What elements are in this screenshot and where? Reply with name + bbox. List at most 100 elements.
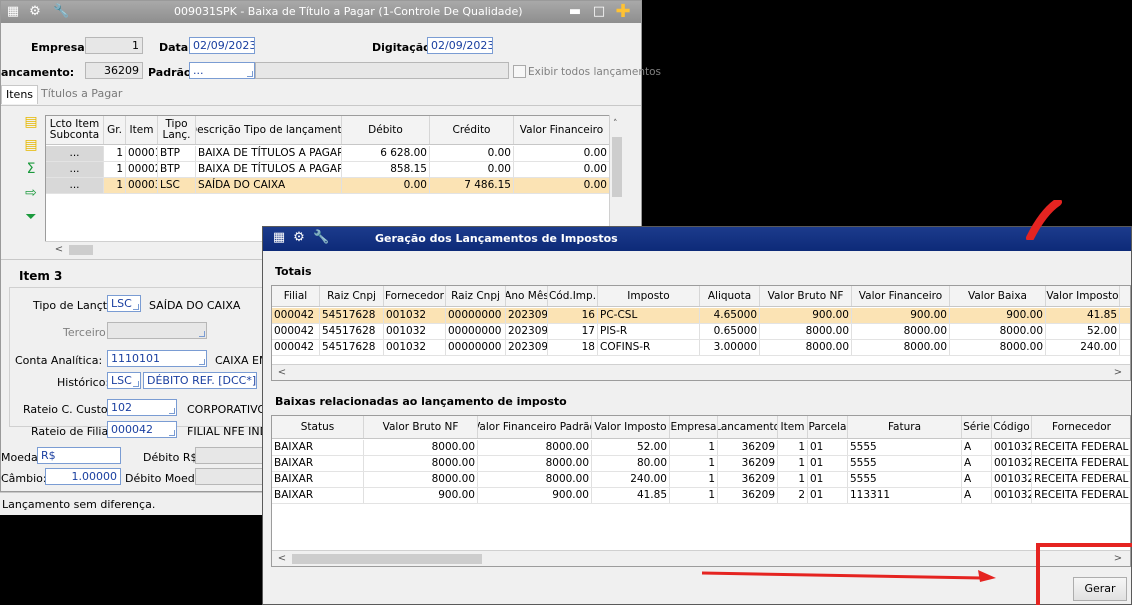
data-field[interactable]: 02/09/2023 (189, 37, 255, 54)
lancamento-field[interactable]: 36209 (85, 62, 143, 79)
tipo-lancto-value: LSC (111, 297, 132, 310)
col-valor-bruto-nf[interactable]: Valor Bruto NF (364, 416, 478, 438)
col-codigo[interactable]: Código (992, 416, 1032, 438)
moeda-label: Moeda: (1, 451, 42, 464)
col-valor-imposto[interactable]: Valor Imposto (1046, 286, 1120, 306)
col-tipo[interactable]: Tipo Lanç. (158, 116, 196, 144)
col-raiz-cnpj-2[interactable]: Raiz Cnpj (446, 286, 506, 306)
col-valor-financeiro[interactable]: Valor Financeiro (514, 116, 610, 144)
annotation-box-frame (1036, 543, 1132, 605)
baixas-grid[interactable]: Status Valor Bruto NF Valor Financeiro P… (271, 415, 1131, 567)
col-valor-imposto[interactable]: Valor Imposto (592, 416, 670, 438)
baixas-hscroll-thumb[interactable] (292, 554, 482, 564)
col-valor-financeiro-padrao[interactable]: Valor Financeiro Padrão (478, 416, 592, 438)
moeda-field[interactable]: R$ (37, 447, 121, 464)
col-imposto[interactable]: Imposto (598, 286, 700, 306)
pin-icon[interactable]: ✚ (615, 3, 631, 21)
totais-grid[interactable]: Filial Raiz Cnpj Fornecedor Raiz Cnpj An… (271, 285, 1131, 381)
historico-desc-field[interactable]: DÉBITO REF. [DCC*] (143, 372, 257, 389)
col-subconta[interactable]: Lcto Item Subconta (46, 116, 104, 144)
col-status[interactable]: Status (272, 416, 364, 438)
col-ano-mes[interactable]: Ano Mês (506, 286, 548, 306)
col-filial[interactable]: Filial (272, 286, 320, 306)
maximize-icon[interactable]: □ (591, 4, 607, 20)
filter-icon[interactable]: ⏷ (23, 209, 39, 225)
terceiro-label: Terceiro: (63, 326, 110, 339)
baixas-hscroll[interactable]: < > (272, 550, 1130, 566)
wrench-icon[interactable]: 🔧 (313, 230, 329, 246)
sum-icon[interactable]: Σ (23, 161, 39, 177)
col-valor-baixa[interactable]: Valor Baixa (950, 286, 1046, 306)
conta-field[interactable]: 1110101 (107, 350, 207, 367)
debito-rs-field[interactable] (195, 447, 265, 464)
totais_rows-row[interactable]: 000042 54517628 001032 00000000 202309 17 PIS-… (272, 324, 1130, 340)
tipo-lancto-field[interactable]: LSC (107, 295, 141, 312)
items_rows-cell-desc: BAIXA DE TÍTULOS A PAGAR (198, 146, 342, 161)
main-titlebar[interactable]: ▦ ⚙ 🔧 009031SPK - Baixa de Título a Paga… (1, 1, 641, 23)
totais_rows-cell-vbruto: 8000.00 (760, 324, 852, 339)
col-debito[interactable]: Débito (342, 116, 430, 144)
totais_rows-row[interactable]: 000042 54517628 001032 00000000 202309 16 PC-C… (272, 308, 1130, 324)
digitacao-field[interactable]: 02/09/2023 (427, 37, 493, 54)
col-fornecedor[interactable]: Fornecedor (384, 286, 446, 306)
scroll-up-icon[interactable]: ˄ (613, 119, 618, 129)
totais-hscroll[interactable]: < > (272, 364, 1130, 380)
col-parcela[interactable]: Parcela (808, 416, 848, 438)
col-fornecedor[interactable]: Fornecedor (1032, 416, 1130, 438)
scroll-left-icon[interactable]: < (274, 551, 290, 566)
minimize-icon[interactable]: ▬ (567, 4, 583, 20)
debito-rs-label: Débito R$: (143, 451, 202, 464)
totais_rows-row[interactable]: 000042 54517628 001032 00000000 202309 18 COFI… (272, 340, 1130, 356)
baixas_rows-row[interactable]: BAIXAR 8000.00 8000.00 240.00 1 36209 1 01 5555 A… (272, 472, 1130, 488)
col-gr[interactable]: Gr. (104, 116, 126, 144)
col-raiz-cnpj[interactable]: Raiz Cnpj (320, 286, 384, 306)
baixas_rows-row[interactable]: BAIXAR 8000.00 8000.00 52.00 1 36209 1 01 5555 A 0… (272, 440, 1130, 456)
settings-icon[interactable]: ⚙ (291, 230, 307, 246)
col-item[interactable]: Item (778, 416, 808, 438)
terceiro-field[interactable] (107, 322, 207, 339)
tab-titulos-a-pagar[interactable]: Títulos a Pagar (37, 85, 126, 103)
export-icon[interactable]: ⇨ (23, 185, 39, 201)
cambio-field[interactable]: 1.00000 (45, 468, 121, 485)
window-menu-icon[interactable]: ▦ (5, 4, 21, 20)
debito-moeda-field[interactable] (195, 468, 265, 485)
items_rows-row[interactable]: ...100003LSCSAÍDA DO CAIXA0.007 486.150.… (46, 178, 622, 194)
col-lancamento[interactable]: Lancamento (718, 416, 778, 438)
scroll-right-icon[interactable]: > (1110, 365, 1126, 380)
col-valor-financeiro[interactable]: Valor Financeiro (852, 286, 950, 306)
historico-field[interactable]: LSC (107, 372, 141, 389)
scroll-left-icon[interactable]: < (51, 242, 67, 258)
col-empresa[interactable]: Empresa (670, 416, 718, 438)
tab-itens[interactable]: Itens (1, 85, 39, 104)
baixas_rows-row[interactable]: BAIXAR 900.00 900.00 41.85 1 36209 2 01 113311 A 0… (272, 488, 1130, 504)
items-vscroll-thumb[interactable] (612, 137, 622, 197)
remove-item-icon[interactable]: ▤ (23, 137, 39, 153)
col-credito[interactable]: Crédito (430, 116, 514, 144)
exibir-checkbox[interactable] (513, 65, 526, 78)
col-serie[interactable]: Série (962, 416, 992, 438)
col-fatura[interactable]: Fatura (848, 416, 962, 438)
add-item-icon[interactable]: ▤ (23, 114, 39, 130)
col-valor-bruto-nf[interactable]: Valor Bruto NF (760, 286, 852, 306)
items-hscroll-thumb[interactable] (69, 245, 93, 255)
items_rows-row[interactable]: ...100002BTPBAIXA DE TÍTULOS A PAGAR858.… (46, 162, 622, 178)
rateio-custo-field[interactable]: 102 (107, 399, 177, 416)
empresa-field[interactable]: 1 (85, 37, 143, 54)
col-cod-imp[interactable]: Cód.Imp. (548, 286, 598, 306)
padrao-field[interactable]: ... (189, 62, 255, 79)
baixas_rows-row[interactable]: BAIXAR 8000.00 8000.00 80.00 1 36209 1 01 5555 A 0… (272, 456, 1130, 472)
col-descricao[interactable]: Descrição Tipo de lançamento (196, 116, 342, 144)
col-item[interactable]: Item (126, 116, 158, 144)
totais_rows-cell-cod: 17 (548, 324, 598, 339)
baixas_rows-cell-lanc: 36209 (718, 456, 778, 471)
window-menu-icon[interactable]: ▦ (271, 230, 287, 246)
settings-icon[interactable]: ⚙ (27, 4, 43, 20)
dialog-titlebar[interactable]: ▦ ⚙ 🔧 Geração dos Lançamentos de Imposto… (263, 227, 1131, 251)
items_rows-row[interactable]: ...100001BTPBAIXA DE TÍTULOS A PAGAR6 62… (46, 146, 622, 162)
wrench-icon[interactable]: 🔧 (53, 4, 69, 20)
col-aliquota[interactable]: Aliquota (700, 286, 760, 306)
rateio-filial-field[interactable]: 000042 (107, 421, 177, 438)
baixas_rows-cell-emp: 1 (670, 488, 718, 503)
items_rows-cell-gr: 1 (104, 146, 126, 161)
scroll-left-icon[interactable]: < (274, 365, 290, 380)
